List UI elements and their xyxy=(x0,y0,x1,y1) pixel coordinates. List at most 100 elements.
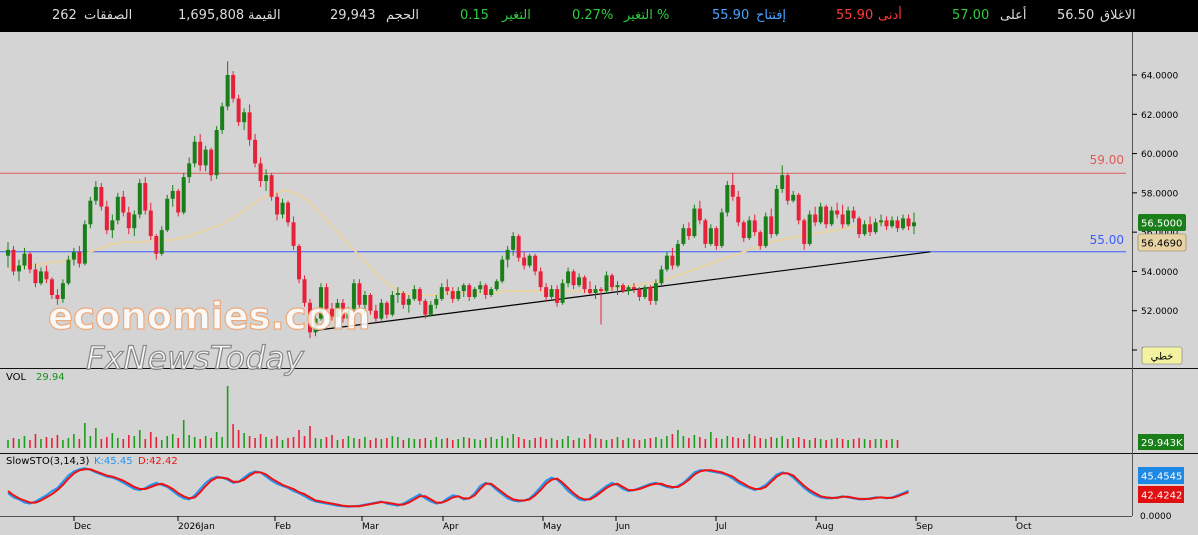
volume-bar xyxy=(649,438,652,448)
volume-bar xyxy=(616,437,619,448)
candle[interactable] xyxy=(115,192,120,225)
chart-canvas[interactable]: 64.000062.000060.000058.000056.000054.00… xyxy=(0,0,1198,535)
volume-bar xyxy=(528,440,531,448)
volume-bar xyxy=(594,438,597,448)
y-tick-label: 62.0000 xyxy=(1141,111,1178,121)
volume-bar xyxy=(808,440,811,448)
volume-bar xyxy=(215,432,218,448)
candle[interactable] xyxy=(176,188,181,217)
volume-bar xyxy=(473,439,476,448)
volume-bar xyxy=(495,439,498,448)
candle[interactable] xyxy=(82,220,87,266)
candle[interactable] xyxy=(220,102,225,134)
candle-body xyxy=(27,253,32,270)
candle-body xyxy=(297,245,302,280)
candle-body xyxy=(137,183,142,215)
candle[interactable] xyxy=(763,212,768,248)
candle[interactable] xyxy=(675,240,680,268)
candle[interactable] xyxy=(719,208,724,248)
volume-bar xyxy=(462,437,465,448)
candle-body xyxy=(620,285,625,292)
candle[interactable] xyxy=(165,194,170,233)
candle[interactable] xyxy=(692,204,697,239)
candle-body xyxy=(659,269,664,284)
candle-body xyxy=(456,291,461,299)
candle[interactable] xyxy=(785,173,790,205)
volume-bar xyxy=(45,437,48,448)
volume-bar xyxy=(133,436,136,448)
candle-body xyxy=(664,255,669,270)
candle-body xyxy=(77,251,82,264)
candle-body xyxy=(143,183,148,211)
candle[interactable] xyxy=(214,126,219,180)
candle[interactable] xyxy=(725,181,730,217)
candle[interactable] xyxy=(297,243,302,284)
volume-bar xyxy=(386,438,388,448)
volume-bar xyxy=(627,438,630,448)
candle-body xyxy=(890,220,895,227)
candle-body xyxy=(203,149,208,166)
candle[interactable] xyxy=(231,71,236,103)
candle[interactable] xyxy=(642,285,647,299)
candle-body xyxy=(895,220,900,229)
y-tick-label: 64.0000 xyxy=(1141,72,1178,82)
candle-body xyxy=(857,218,862,235)
candle[interactable] xyxy=(99,183,104,211)
candle-body xyxy=(159,230,164,254)
volume-bar xyxy=(561,439,564,448)
candle[interactable] xyxy=(796,192,801,225)
candle-body xyxy=(741,222,746,239)
candle[interactable] xyxy=(181,173,186,215)
volume-bar xyxy=(891,439,893,448)
x-tick-label: Mar xyxy=(362,522,379,532)
volume-bar xyxy=(160,440,163,448)
volume-bar xyxy=(78,439,81,448)
candle-body xyxy=(428,304,433,315)
candle-body xyxy=(66,259,71,284)
candle[interactable] xyxy=(236,94,241,127)
candle-body xyxy=(533,255,538,272)
volume-bar xyxy=(572,440,575,448)
candle[interactable] xyxy=(807,210,812,246)
candle[interactable] xyxy=(159,226,164,256)
volume-bar xyxy=(62,440,64,448)
candle-body xyxy=(697,208,702,221)
candle-body xyxy=(522,257,527,266)
candle-body xyxy=(110,220,115,231)
candle[interactable] xyxy=(269,173,274,201)
candle-body xyxy=(461,285,466,292)
volume-bar xyxy=(622,440,624,448)
candle-body xyxy=(906,218,911,227)
volume-bar xyxy=(303,436,306,448)
volume-bar xyxy=(748,434,751,448)
candle[interactable] xyxy=(11,245,16,276)
volume-bar xyxy=(880,439,882,448)
candle[interactable] xyxy=(703,218,708,248)
volume-panel[interactable] xyxy=(0,369,1132,453)
stochastic-zero-tick: 0.0000 xyxy=(1140,512,1172,522)
candle-body xyxy=(544,287,549,297)
candle-body xyxy=(269,175,274,197)
candle[interactable] xyxy=(527,253,532,268)
volume-bar xyxy=(73,434,75,448)
candle-body xyxy=(115,196,120,221)
candle[interactable] xyxy=(516,234,521,262)
candle-body xyxy=(412,289,417,299)
candle-body xyxy=(807,214,812,244)
volume-bar xyxy=(342,439,344,448)
watermark-line1: economies.com xyxy=(48,295,371,338)
candle-body xyxy=(16,265,21,272)
support-label: 55.00 xyxy=(1090,233,1124,247)
volume-bar xyxy=(819,439,822,448)
candle-body xyxy=(802,220,807,244)
candle-body xyxy=(675,243,680,266)
candle[interactable] xyxy=(66,255,71,286)
candle[interactable] xyxy=(88,196,93,229)
volume-bar xyxy=(375,438,377,448)
candle[interactable] xyxy=(137,179,142,219)
volume-bar xyxy=(243,433,245,448)
candle[interactable] xyxy=(774,185,779,237)
candle[interactable] xyxy=(500,255,505,284)
x-tick-label: Jul xyxy=(715,522,727,532)
volume-bar xyxy=(534,438,536,448)
